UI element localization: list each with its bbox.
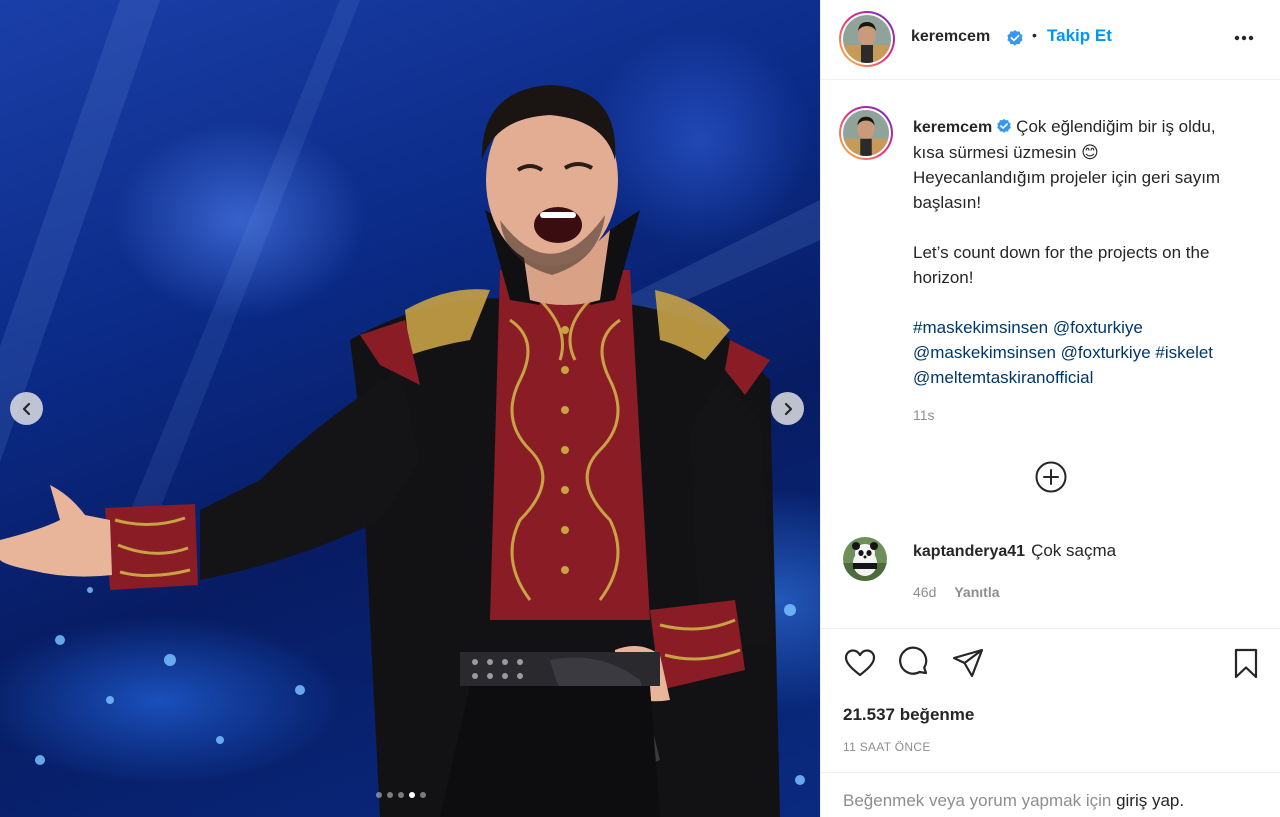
caption-time[interactable]: 11s [913,407,935,423]
caption-line: kısa sürmesi üzmesin [913,143,1077,162]
divider [821,628,1280,629]
plus-circle-icon[interactable] [1034,460,1068,494]
follow-button[interactable]: Takip Et [1047,26,1112,46]
post-side-panel: keremcem • Takip Et keremcem Çok eğlendi… [820,0,1280,817]
carousel-dot [398,792,404,798]
verified-badge-icon [997,118,1011,133]
hashtag-link[interactable]: #maskekimsinsen [913,318,1048,337]
carousel-next-button[interactable] [771,392,804,425]
smile-emoji-icon: 😊 [1081,143,1099,162]
login-link[interactable]: giriş yap. [1116,791,1184,810]
author-avatar[interactable] [839,11,895,67]
chevron-left-icon [22,402,30,415]
carousel-dot [420,792,426,798]
commenter-username[interactable]: kaptanderya41 [913,543,1025,560]
reply-button[interactable]: Yanıtla [954,584,999,600]
heart-icon[interactable] [843,646,877,680]
divider [821,772,1280,773]
carousel-dot [387,792,393,798]
carousel-dot [376,792,382,798]
comment-text: kaptanderya41 Çok saçma [913,541,1116,561]
carousel-dot-active [409,792,415,798]
verified-badge-icon [1007,30,1023,46]
comment-time[interactable]: 46d [913,584,936,600]
comment-body: Çok saçma [1031,541,1117,560]
post-timestamp[interactable]: 11 SAAT ÖNCE [843,740,931,754]
mention-link[interactable]: @foxturkiye [1053,318,1143,337]
instagram-post: keremcem • Takip Et keremcem Çok eğlendi… [0,0,1280,817]
chevron-right-icon [784,402,792,415]
caption-line: horizon! [913,268,974,287]
bookmark-icon[interactable] [1229,646,1263,680]
mention-link[interactable]: @meltemtaskiranofficial [913,368,1093,387]
caption-line: Çok eğlendiğim bir iş oldu, [1016,117,1216,136]
more-options-icon[interactable] [1231,25,1257,51]
mention-link[interactable]: @foxturkiye [1061,343,1151,362]
login-prompt-text: Beğenmek veya yorum yapmak için [843,791,1112,810]
likes-count[interactable]: 21.537 beğenme [843,705,974,725]
caption-text: keremcem Çok eğlendiğim bir iş oldu, kıs… [913,114,1263,390]
carousel-prev-button[interactable] [10,392,43,425]
comment-meta: 46d Yanıtla [913,584,1000,600]
caption-line: Heyecanlandığım projeler için geri sayım [913,168,1221,187]
commenter-avatar[interactable] [843,537,887,581]
mention-link[interactable]: @maskekimsinsen [913,343,1056,362]
login-prompt: Beğenmek veya yorum yapmak için giriş ya… [843,791,1184,811]
profile-photo-icon [843,15,891,63]
post-header: keremcem • Takip Et [821,0,1280,80]
hashtag-link[interactable]: #iskelet [1155,343,1213,362]
author-username[interactable]: keremcem [911,28,990,46]
profile-photo-icon [843,110,889,156]
comment-icon[interactable] [897,646,931,680]
paper-plane-icon[interactable] [951,646,985,680]
action-bar [821,644,1280,684]
caption-line: başlasın! [913,193,982,212]
caption-author-avatar[interactable] [839,106,893,160]
caption-line: Let’s count down for the projects on the [913,243,1210,262]
carousel-indicator [376,792,426,798]
post-photo [0,0,820,817]
caption-username[interactable]: keremcem [913,119,992,136]
post-media[interactable] [0,0,820,817]
panda-avatar-icon [843,537,887,581]
header-separator: • [1032,27,1037,43]
